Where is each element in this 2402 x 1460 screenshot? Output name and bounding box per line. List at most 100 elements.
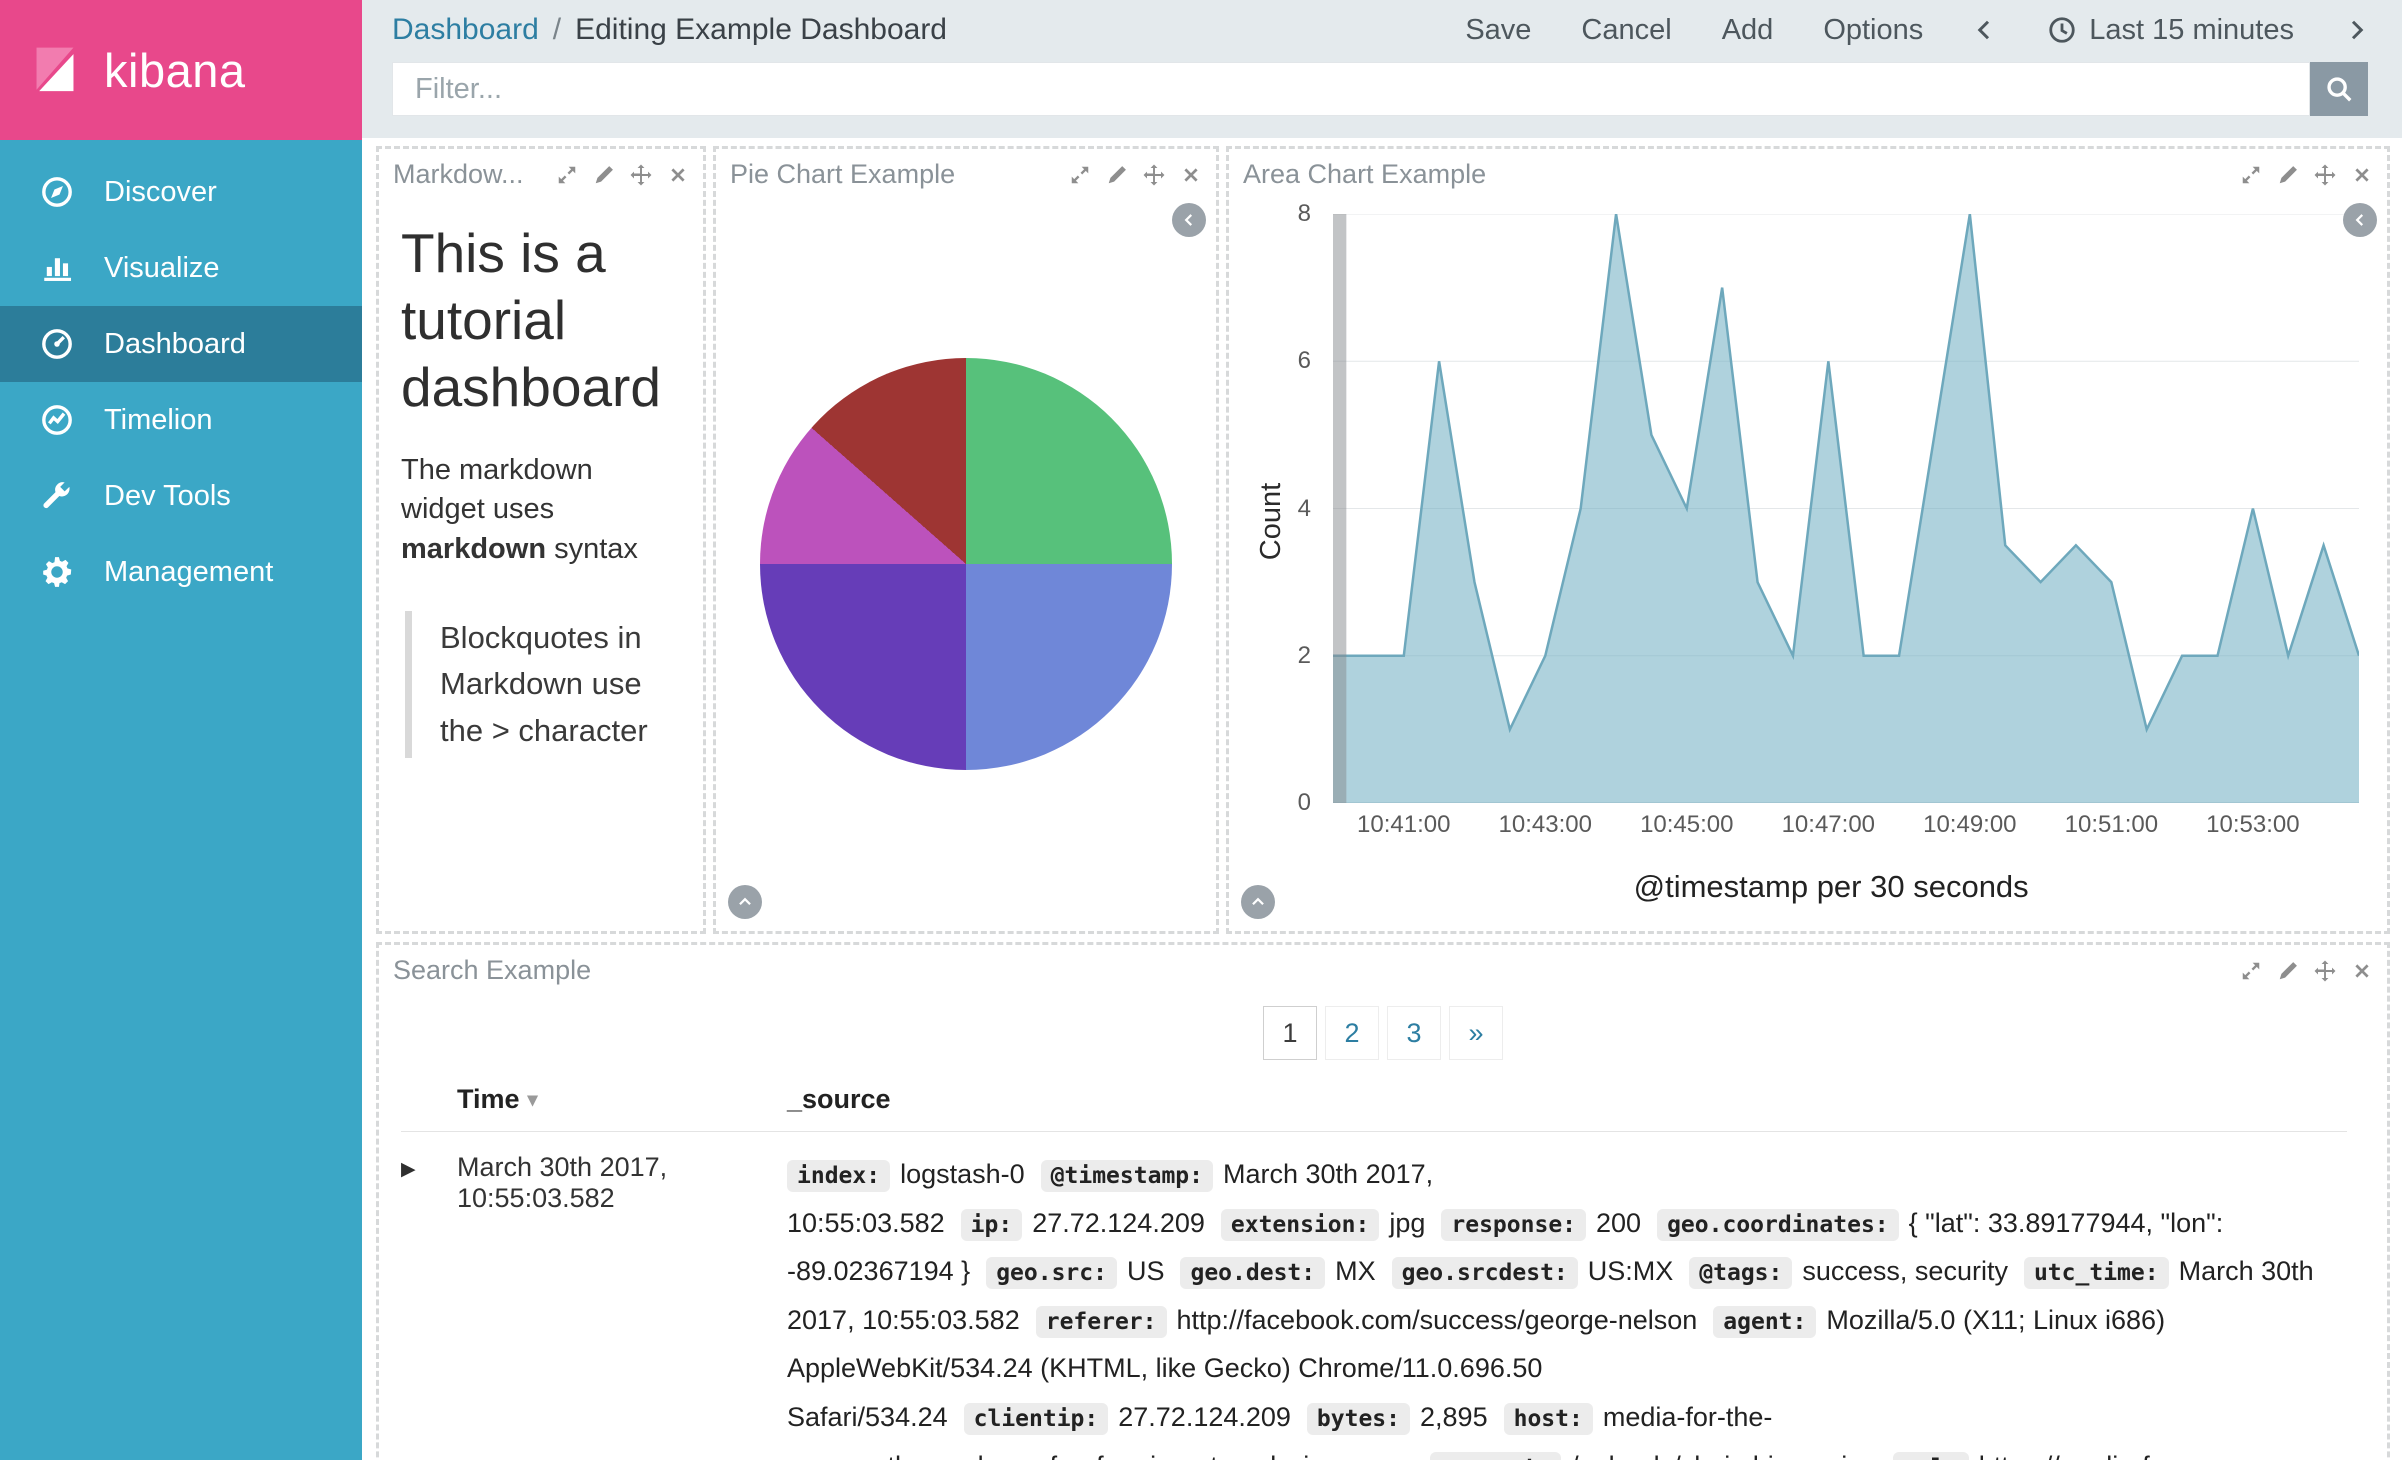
sidebar-item-discover[interactable]: Discover	[0, 154, 362, 230]
edit-pencil-icon[interactable]	[2277, 960, 2299, 982]
page-3-button[interactable]: 3	[1387, 1006, 1441, 1060]
sidebar-item-dashboard[interactable]: Dashboard	[0, 306, 362, 382]
field-key: response:	[1441, 1209, 1586, 1241]
y-tick-label: 4	[1298, 495, 1311, 523]
area-chart[interactable]: Count 02468 10:41:0010:43:0010:45:0010:4…	[1229, 196, 2387, 931]
remove-panel-icon[interactable]	[2351, 164, 2373, 186]
x-tick-label: 10:45:00	[1640, 811, 1733, 839]
field-value: jpg	[1389, 1208, 1425, 1238]
x-tick-label: 10:53:00	[2206, 811, 2299, 839]
kibana-logo-icon	[26, 41, 84, 99]
move-icon[interactable]	[2314, 960, 2336, 982]
time-picker-button[interactable]: Last 15 minutes	[2047, 14, 2294, 47]
expand-icon[interactable]	[556, 164, 578, 186]
x-tick-label: 10:43:00	[1499, 811, 1592, 839]
field-value: 200	[1596, 1208, 1641, 1238]
panel-title: Search Example	[393, 955, 591, 986]
field-key: utc_time:	[2024, 1257, 2169, 1289]
filter-bar	[362, 54, 2402, 138]
legend-toggle-icon[interactable]	[2343, 203, 2377, 237]
sidebar-item-timelion[interactable]: Timelion	[0, 382, 362, 458]
breadcrumb-dashboard-link[interactable]: Dashboard	[392, 13, 539, 47]
dashboard-gauge-icon	[40, 327, 74, 361]
y-tick-label: 6	[1298, 347, 1311, 375]
field-key: request:	[1430, 1452, 1561, 1460]
top-menu: Save Cancel Add Options Last 15 minutes	[1465, 14, 2368, 47]
sidebar: kibana Discover Visualize Dashboard	[0, 0, 362, 1460]
sort-desc-icon: ▾	[528, 1087, 538, 1112]
move-icon[interactable]	[630, 164, 652, 186]
sidebar-item-label: Dashboard	[104, 328, 246, 361]
sidebar-item-label: Visualize	[104, 252, 220, 285]
add-button[interactable]: Add	[1722, 14, 1774, 47]
legend-toggle-icon[interactable]	[1172, 203, 1206, 237]
remove-panel-icon[interactable]	[2351, 960, 2373, 982]
markdown-heading: This is a tutorial dashboard	[401, 220, 681, 421]
move-icon[interactable]	[2314, 164, 2336, 186]
page-next-button[interactable]: »	[1449, 1006, 1503, 1060]
page-2-button[interactable]: 2	[1325, 1006, 1379, 1060]
options-button[interactable]: Options	[1823, 14, 1923, 47]
field-value: logstash-0	[900, 1159, 1025, 1189]
field-key: extension:	[1221, 1209, 1379, 1241]
save-button[interactable]: Save	[1465, 14, 1531, 47]
chevron-right-icon	[2344, 14, 2368, 46]
table-row: ▶March 30th 2017, 10:55:03.582index:logs…	[401, 1131, 2347, 1460]
field-value: /uploads/zhai-zhigang.jpg	[1571, 1451, 1877, 1460]
search-table: Time ▾ _source ▶March 30th 2017, 10:55:0…	[401, 1084, 2347, 1460]
kibana-logo[interactable]: kibana	[0, 0, 362, 140]
field-key: @timestamp:	[1041, 1160, 1213, 1192]
filter-input[interactable]	[392, 62, 2310, 116]
legend-toggle-icon[interactable]	[728, 885, 762, 919]
time-back-button[interactable]	[1973, 14, 1997, 46]
pagination: 1 2 3 »	[379, 1006, 2387, 1060]
brand-name: kibana	[104, 43, 246, 98]
breadcrumb-current: Editing Example Dashboard	[575, 13, 947, 47]
cancel-button[interactable]: Cancel	[1581, 14, 1671, 47]
sidebar-item-label: Discover	[104, 176, 217, 209]
sidebar-item-devtools[interactable]: Dev Tools	[0, 458, 362, 534]
app-nav: Discover Visualize Dashboard Timelion	[0, 140, 362, 610]
field-key: agent:	[1713, 1306, 1816, 1338]
edit-pencil-icon[interactable]	[593, 164, 615, 186]
edit-pencil-icon[interactable]	[1106, 164, 1128, 186]
field-key: referer:	[1036, 1306, 1167, 1338]
x-axis-title: @timestamp per 30 seconds	[1634, 869, 2029, 905]
gear-icon	[40, 555, 74, 589]
markdown-content: This is a tutorial dashboard The markdow…	[379, 196, 703, 766]
field-value: 27.72.124.209	[1118, 1402, 1291, 1432]
field-key: bytes:	[1307, 1403, 1410, 1435]
field-key: geo.dest:	[1180, 1257, 1325, 1289]
area-chart-panel: Area Chart Example Count 02468 10:41:001…	[1226, 146, 2390, 934]
pie-chart[interactable]	[760, 358, 1172, 770]
field-key: geo.coordinates:	[1657, 1209, 1899, 1241]
time-column-header[interactable]: Time ▾	[457, 1084, 787, 1115]
field-value: MX	[1335, 1256, 1376, 1286]
table-header: Time ▾ _source	[401, 1084, 2347, 1131]
field-value: http://facebook.com/success/george-nelso…	[1177, 1305, 1698, 1335]
area-chart-svg[interactable]	[1333, 214, 2359, 803]
expand-row-icon[interactable]: ▶	[401, 1150, 457, 1460]
markdown-blockquote: Blockquotes in Markdown use the > charac…	[405, 611, 681, 759]
field-value: 27.72.124.209	[1032, 1208, 1205, 1238]
row-time: March 30th 2017, 10:55:03.582	[457, 1150, 787, 1460]
remove-panel-icon[interactable]	[1180, 164, 1202, 186]
remove-panel-icon[interactable]	[667, 164, 689, 186]
sidebar-item-visualize[interactable]: Visualize	[0, 230, 362, 306]
move-icon[interactable]	[1143, 164, 1165, 186]
app-header: Dashboard / Editing Example Dashboard Sa…	[362, 0, 2402, 138]
x-tick-label: 10:41:00	[1357, 811, 1450, 839]
page-1-button[interactable]: 1	[1263, 1006, 1317, 1060]
y-tick-label: 2	[1298, 642, 1311, 670]
sidebar-item-management[interactable]: Management	[0, 534, 362, 610]
legend-toggle-icon[interactable]	[1241, 885, 1275, 919]
expand-icon[interactable]	[2240, 960, 2262, 982]
panel-title: Pie Chart Example	[730, 159, 955, 190]
time-forward-button[interactable]	[2344, 14, 2368, 46]
pie-chart-panel: Pie Chart Example	[713, 146, 1219, 934]
expand-icon[interactable]	[2240, 164, 2262, 186]
expand-icon[interactable]	[1069, 164, 1091, 186]
edit-pencil-icon[interactable]	[2277, 164, 2299, 186]
search-button[interactable]	[2310, 62, 2368, 116]
x-axis-ticks: 10:41:0010:43:0010:45:0010:47:0010:49:00…	[1333, 811, 2359, 851]
